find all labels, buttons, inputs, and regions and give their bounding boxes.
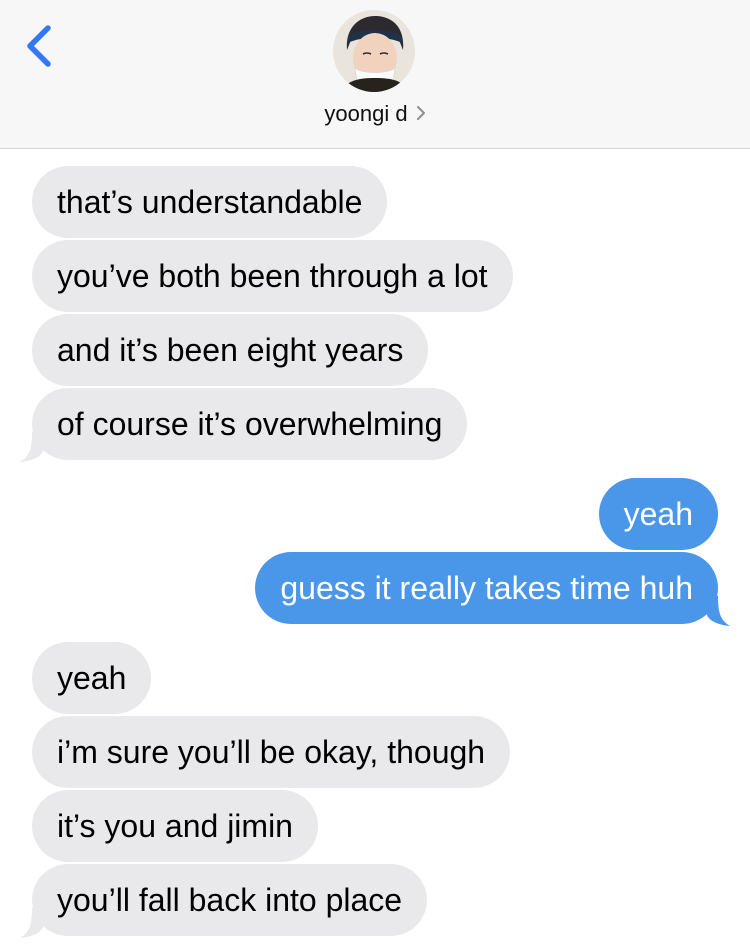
message-bubble[interactable]: that’s understandable [32,166,388,238]
message-bubble[interactable]: you’ll fall back into place [32,864,428,936]
message-bubble[interactable]: of course it’s overwhelming [32,388,468,460]
message-thread: that’s understandable you’ve both been t… [0,149,750,945]
message-text: it’s you and jimin [57,808,293,844]
message-text: of course it’s overwhelming [57,406,443,442]
message-text: guess it really takes time huh [280,570,693,606]
message-bubble[interactable]: yeah [32,642,152,714]
message-text: yeah [57,660,127,696]
message-bubble[interactable]: it’s you and jimin [32,790,318,862]
message-text: yeah [623,496,693,532]
message-bubble[interactable]: i’m sure you’ll be okay, though [32,716,511,788]
chevron-left-icon [27,25,51,67]
back-button[interactable] [18,18,62,74]
chevron-right-icon [416,106,425,121]
incoming-bubble-tail [20,432,44,462]
message-text: and it’s been eight years [57,332,404,368]
messages-app: yoongi d that’s understandable you’ve bo… [0,0,750,945]
incoming-bubble-tail [20,908,44,938]
message-bubble[interactable]: yeah [598,478,718,550]
conversation-header: yoongi d [0,0,750,149]
message-bubble[interactable]: you’ve both been through a lot [32,240,513,312]
avatar[interactable] [333,10,415,92]
message-bubble[interactable]: guess it really takes time huh [255,552,718,624]
outgoing-bubble-tail [706,596,730,626]
message-text: i’m sure you’ll be okay, though [57,734,486,770]
contact-photo [333,10,415,92]
contact-name-row[interactable]: yoongi d [0,99,750,129]
message-text: that’s understandable [57,184,363,220]
message-bubble[interactable]: and it’s been eight years [32,314,429,386]
message-text: you’ll fall back into place [57,882,403,918]
contact-name: yoongi d [324,101,408,126]
message-text: you’ve both been through a lot [57,258,488,294]
